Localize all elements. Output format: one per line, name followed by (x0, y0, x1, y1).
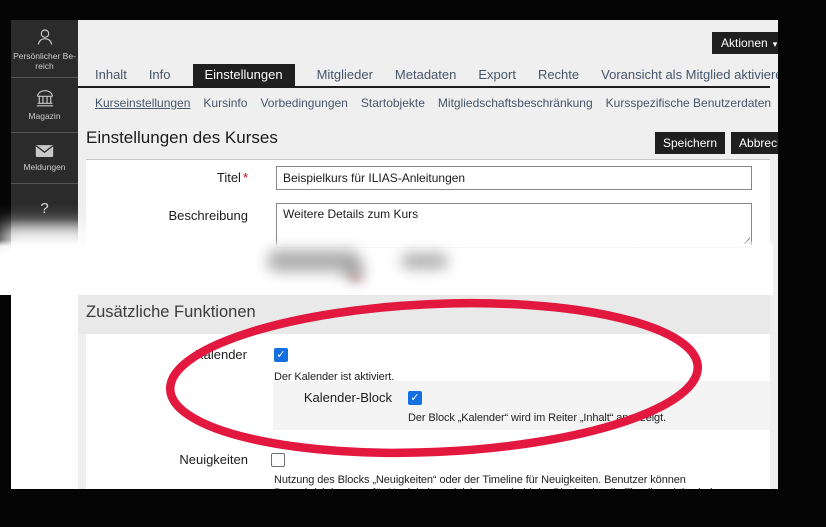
check-icon: ✓ (409, 392, 421, 405)
tab-bar: Inhalt Info Einstellungen Mitglieder Met… (95, 64, 778, 86)
redacted-blob-red (350, 275, 362, 281)
neuigkeiten-label: Neuigkeiten (86, 452, 248, 467)
tab-metadaten[interactable]: Metadaten (395, 64, 456, 86)
sidebar-item-meldungen[interactable]: Meldungen (11, 133, 78, 184)
subtab-bar: Kurseinstellungen Kursinfo Vorbedingunge… (95, 96, 778, 110)
command-buttons: Speichern Abbrechen (655, 132, 778, 154)
magazine-icon (35, 89, 55, 107)
sidebar-item-magazin[interactable]: Magazin (11, 78, 78, 133)
tab-export[interactable]: Export (478, 64, 516, 86)
tab-einstellungen[interactable]: Einstellungen (193, 64, 295, 86)
sidebar-item-personal-desktop[interactable]: Persönlicher Be- reich (11, 20, 78, 78)
tab-info[interactable]: Info (149, 64, 171, 86)
cancel-button[interactable]: Abbrechen (731, 132, 778, 154)
section-zusaetzliche-funktionen: Zusätzliche Funktionen (78, 294, 770, 334)
sidebar-item-label: Magazin (28, 111, 60, 121)
neuigkeiten-help: Nutzung des Blocks „Neuigkeiten“ oder de… (274, 474, 770, 489)
chevron-down-icon: ▾ (773, 39, 778, 49)
section-title: Zusätzliche Funktionen (86, 303, 256, 322)
actions-label: Aktionen (721, 36, 768, 50)
actions-dropdown-button[interactable]: Aktionen ▾ (712, 32, 778, 54)
subtab-vorbedingungen[interactable]: Vorbedingungen (260, 96, 347, 110)
titel-input[interactable] (276, 166, 752, 190)
subtab-startobjekte[interactable]: Startobjekte (361, 96, 425, 110)
beschreibung-label: Beschreibung (86, 208, 248, 223)
kalender-block-subpanel: Kalender-Block ✓ Der Block „Kalender“ wi… (273, 381, 770, 430)
kalender-block-help: Der Block „Kalender“ wird im Reiter „Inh… (408, 412, 666, 425)
subtab-kursspezifische-benutzerdaten[interactable]: Kursspezifische Benutzerdaten (606, 96, 771, 110)
additional-functions-panel: Kalender ✓ Der Kalender ist aktiviert. K… (86, 334, 770, 489)
tab-bar-underline (78, 86, 770, 88)
sidebar-item-label: Persönlicher Be- reich (13, 51, 76, 71)
question-mark: ? (40, 200, 48, 217)
kalender-block-label: Kalender-Block (273, 390, 392, 405)
user-icon (35, 27, 55, 47)
redacted-blob (401, 253, 448, 269)
kalender-checkbox[interactable]: ✓ (274, 348, 288, 362)
tab-voransicht[interactable]: Voransicht als Mitglied aktivieren (601, 64, 778, 86)
mail-icon (35, 144, 54, 158)
sidebar-item-help[interactable]: ? (11, 184, 78, 232)
check-icon: ✓ (275, 349, 287, 362)
required-asterisk: * (243, 170, 248, 185)
kalender-label: Kalender (86, 347, 247, 362)
sidebar: Persönlicher Be- reich Magazin Meldungen… (11, 20, 78, 252)
tab-rechte[interactable]: Rechte (538, 64, 579, 86)
subtab-kursinfo[interactable]: Kursinfo (203, 96, 247, 110)
tab-mitglieder[interactable]: Mitglieder (317, 64, 373, 86)
subtab-kurseinstellungen[interactable]: Kurseinstellungen (95, 96, 190, 110)
sidebar-item-label: Meldungen (23, 162, 65, 172)
titel-label: Titel* (86, 170, 248, 185)
neuigkeiten-checkbox[interactable]: ✓ (271, 453, 285, 467)
save-button[interactable]: Speichern (655, 132, 725, 154)
tab-inhalt[interactable]: Inhalt (95, 64, 127, 86)
tab-voransicht-label: Voransicht als Mitglied aktivieren (601, 67, 778, 82)
kalender-block-checkbox[interactable]: ✓ (408, 391, 422, 405)
subtab-mitgliedschaftsbeschraenkung[interactable]: Mitgliedschaftsbeschränkung (438, 96, 593, 110)
page-title: Einstellungen des Kurses (86, 128, 278, 148)
blur-band (0, 240, 773, 295)
